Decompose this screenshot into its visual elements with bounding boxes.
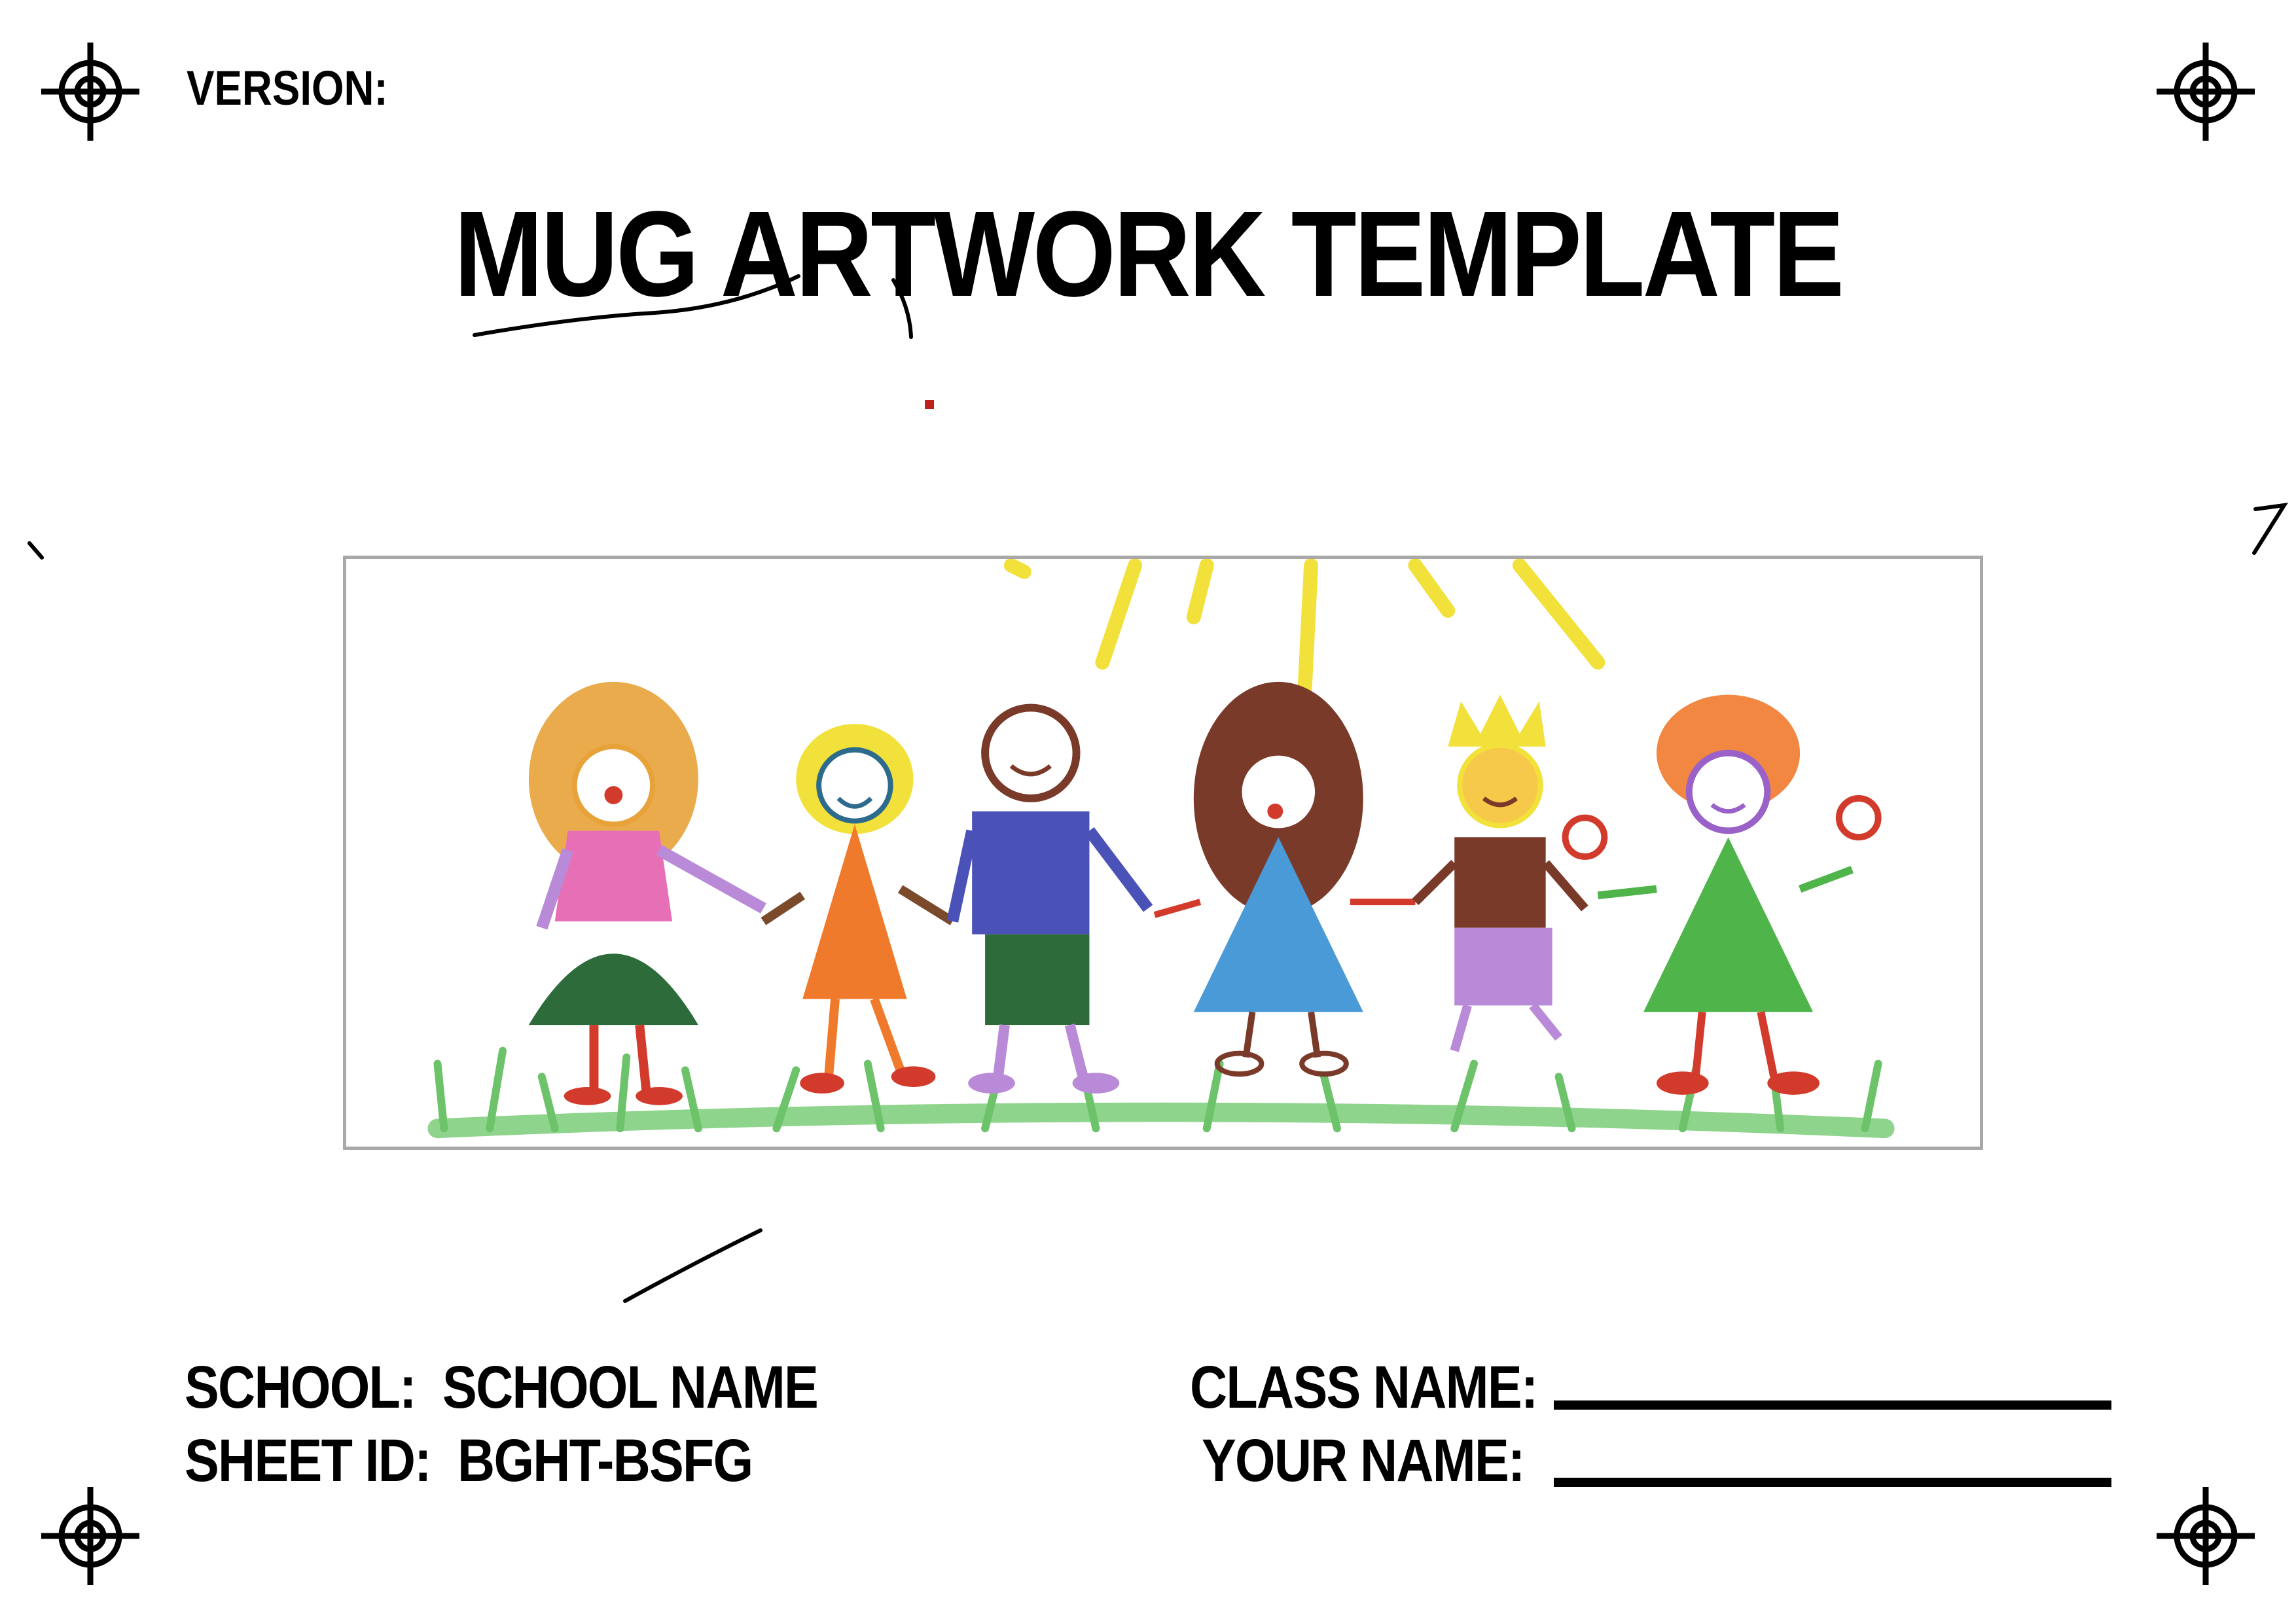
sheet-id-label: SHEET ID:: [185, 1427, 431, 1494]
page-title: MUG ARTWORK TEMPLATE: [0, 194, 2296, 315]
your-name-row: YOUR NAME:: [1202, 1427, 1525, 1494]
your-name-label: YOUR NAME:: [1202, 1427, 1525, 1494]
kid-3: [946, 704, 1153, 1094]
kid-2: [761, 724, 955, 1094]
class-name-row: CLASS NAME:: [1190, 1354, 1538, 1421]
sheet-id-row: SHEET ID: BGHT-BSFG: [185, 1427, 753, 1494]
registration-crosshair-icon: [2157, 43, 2255, 141]
kid-6: [1562, 694, 1882, 1095]
kid-4: [1153, 681, 1416, 1077]
sun-rays: [1003, 559, 1605, 702]
sheet-id-value: BGHT-BSFG: [457, 1427, 753, 1494]
kid-1: [528, 681, 766, 1105]
class-name-field[interactable]: [1554, 1400, 2111, 1410]
version-label: VERSION:: [187, 61, 388, 115]
your-name-field[interactable]: [1554, 1478, 2111, 1487]
artwork-image-frame[interactable]: [343, 556, 1983, 1150]
page-title-text: MUG ARTWORK TEMPLATE: [454, 187, 1844, 322]
school-label: SCHOOL:: [185, 1354, 416, 1421]
school-value: SCHOOL NAME: [442, 1354, 819, 1421]
school-row: SCHOOL: SCHOOL NAME: [185, 1354, 819, 1421]
childrens-drawing-image: [427, 559, 1895, 1139]
kid-5: [1412, 694, 1588, 1052]
registration-crosshair-icon: [2157, 1487, 2255, 1585]
class-name-label: CLASS NAME:: [1190, 1354, 1538, 1421]
registration-crosshair-icon: [41, 1487, 139, 1585]
registration-crosshair-icon: [41, 43, 139, 141]
